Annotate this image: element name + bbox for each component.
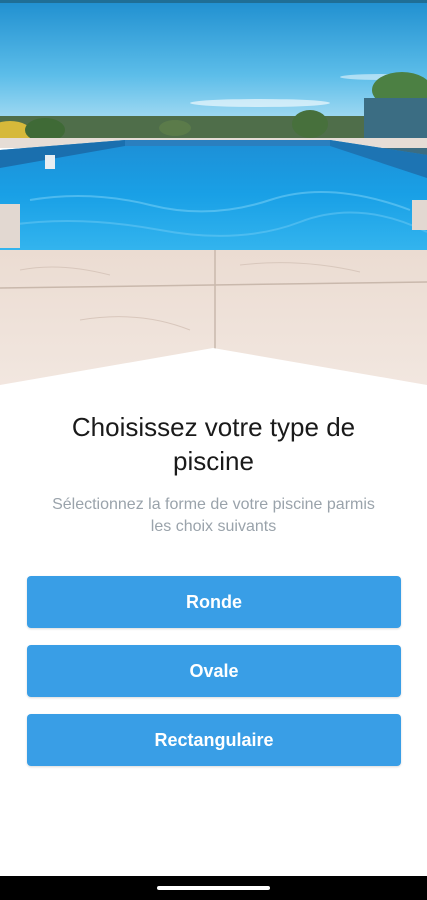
ovale-button[interactable]: Ovale [27,645,401,697]
pool-hero-image [0,0,427,390]
status-bar [0,0,427,3]
page-title: Choisissez votre type de piscine [71,412,356,476]
navigation-bar [0,876,427,900]
selection-panel: Choisissez votre type de piscine Sélecti… [0,410,427,538]
page-subtitle: Sélectionnez la forme de votre piscine p… [52,496,375,535]
ronde-button[interactable]: Ronde [27,576,401,628]
home-handle-icon[interactable] [157,886,270,890]
rectangulaire-button[interactable]: Rectangulaire [27,714,401,766]
